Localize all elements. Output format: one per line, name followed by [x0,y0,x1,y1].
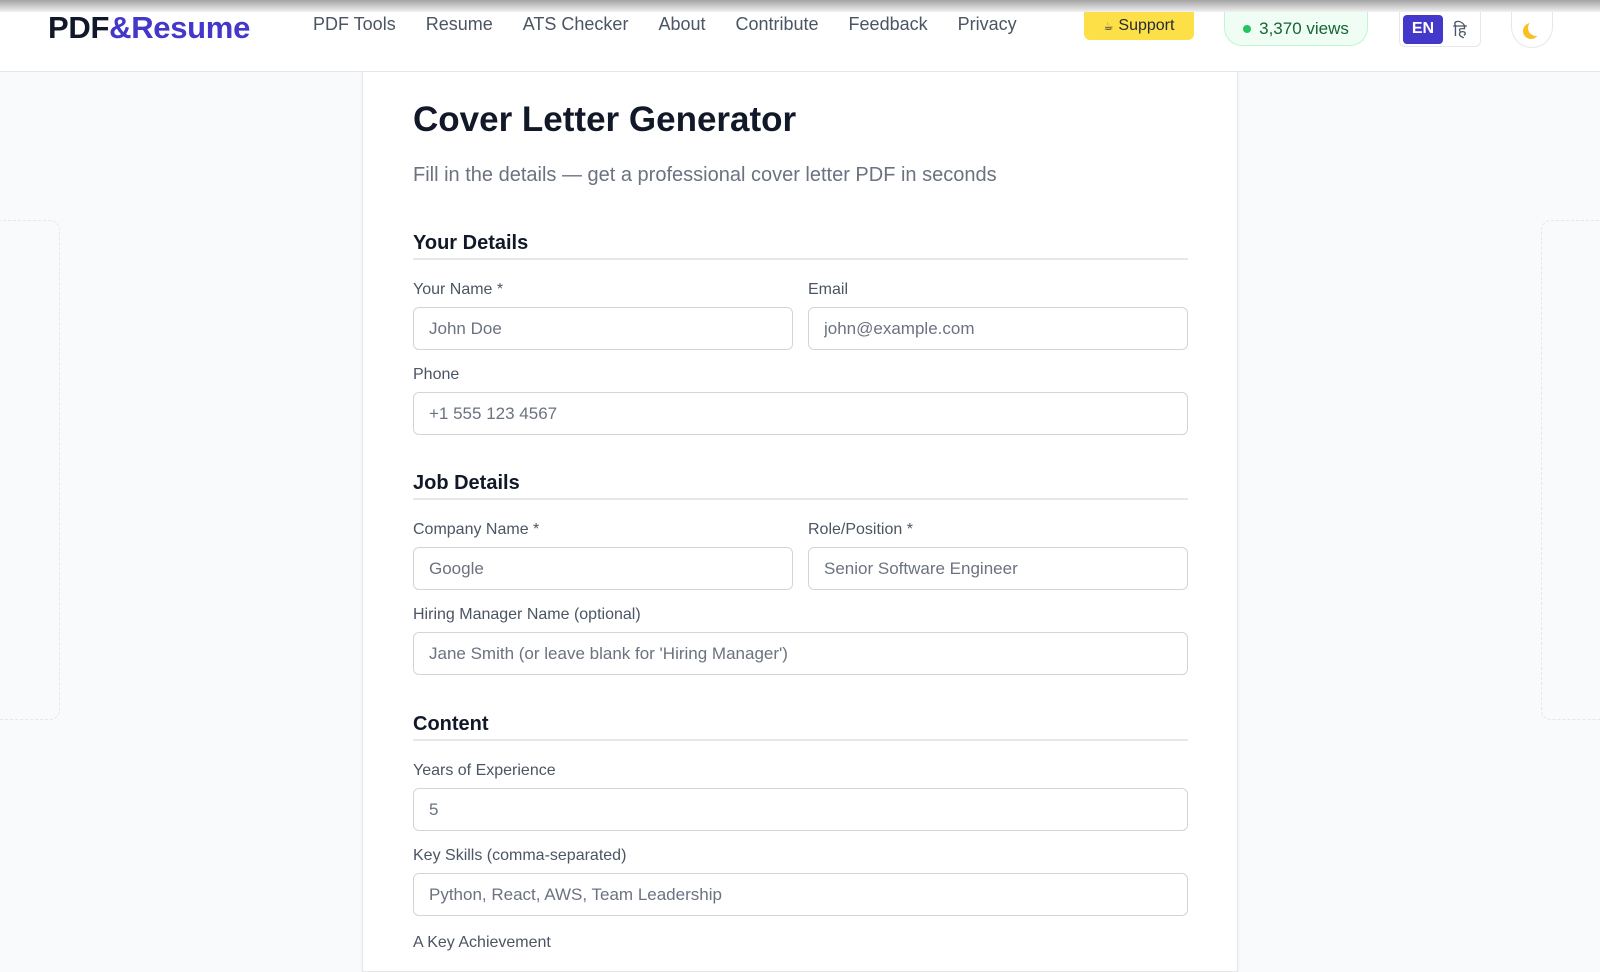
email-label: Email [808,281,849,298]
manager-input[interactable] [413,632,1188,675]
name-input[interactable] [413,307,793,350]
site-header: PDF&Resume PDF Tools Resume ATS Checker … [0,12,1600,72]
views-badge: 3,370 views [1224,12,1368,46]
language-switcher: EN हि [1399,12,1481,47]
section-title: Content [413,713,489,735]
main-nav: PDF Tools Resume ATS Checker About Contr… [313,12,1047,36]
support-label: Support [1118,17,1175,34]
section-title: Job Details [413,472,520,494]
nav-resume[interactable]: Resume [426,12,493,36]
logo-text-resume: &Resume [109,10,251,45]
company-label: Company Name * [413,521,540,538]
coffee-icon: ☕ [1103,20,1114,33]
support-button[interactable]: ☕ Support [1084,12,1194,40]
phone-input[interactable] [413,392,1188,435]
section-content: Content [413,713,1188,741]
logo-text-pdf: PDF [48,10,110,45]
role-label: Role/Position * [808,521,913,538]
page-title: Cover Letter Generator [413,100,797,139]
lang-en-button[interactable]: EN [1403,14,1443,44]
skills-label: Key Skills (comma-separated) [413,847,627,864]
nav-ats-checker[interactable]: ATS Checker [523,12,629,36]
years-input[interactable] [413,788,1188,831]
moon-icon [1528,20,1544,36]
company-input[interactable] [413,547,793,590]
theme-toggle-button[interactable] [1511,12,1553,48]
section-your-details: Your Details [413,232,1188,260]
manager-label: Hiring Manager Name (optional) [413,606,641,623]
nav-contribute[interactable]: Contribute [735,12,818,36]
page-subtitle: Fill in the details — get a professional… [413,164,997,186]
nav-feedback[interactable]: Feedback [849,12,928,36]
nav-pdf-tools[interactable]: PDF Tools [313,12,396,36]
nav-privacy[interactable]: Privacy [958,12,1017,36]
nav-about[interactable]: About [658,12,705,36]
phone-label: Phone [413,366,460,383]
name-label: Your Name * [413,281,504,298]
years-label: Years of Experience [413,762,556,779]
achievement-label: A Key Achievement [413,934,551,951]
skills-input[interactable] [413,873,1188,916]
section-title: Your Details [413,232,529,254]
section-job-details: Job Details [413,472,1188,500]
generator-card: Cover Letter Generator Fill in the detai… [362,72,1238,972]
role-input[interactable] [808,547,1188,590]
email-input[interactable] [808,307,1188,350]
live-dot-icon [1243,24,1252,33]
right-ad-slot [1541,220,1600,720]
site-logo[interactable]: PDF&Resume [48,12,250,44]
left-ad-slot [0,220,60,720]
lang-hi-button[interactable]: हि [1443,18,1477,41]
views-count: 3,370 views [1259,18,1349,38]
